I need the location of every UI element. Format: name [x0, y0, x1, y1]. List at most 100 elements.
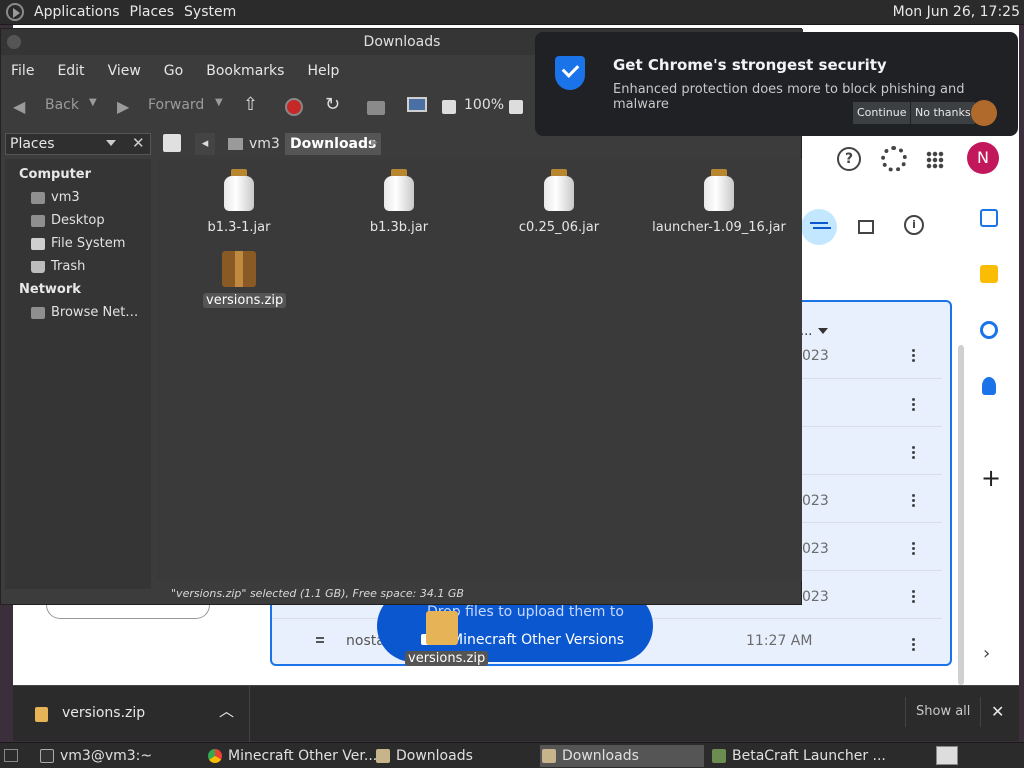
continue-button[interactable]: Continue: [853, 102, 911, 124]
up-icon[interactable]: ⇧: [243, 94, 258, 115]
betacraft-icon: [712, 749, 726, 763]
chrome-icon: [208, 749, 222, 763]
chrome-security-notification: Get Chrome's strongest security Enhanced…: [535, 32, 1018, 136]
forward-arrow-icon[interactable]: ▶: [117, 97, 129, 116]
chevron-right-icon[interactable]: ›: [983, 643, 990, 664]
drag-handle-icon: [316, 637, 324, 639]
more-options-icon[interactable]: [912, 446, 916, 460]
apps-grid-icon[interactable]: [926, 151, 944, 169]
download-item[interactable]: versions.zip: [62, 705, 145, 721]
zoom-out-icon[interactable]: [442, 100, 456, 114]
home-folder-icon: [228, 138, 243, 150]
tasks-icon[interactable]: [980, 321, 998, 339]
no-thanks-button[interactable]: No thanks: [911, 102, 975, 124]
sidebar-heading-computer: Computer: [19, 167, 92, 182]
task-betacraft[interactable]: BetaCraft Launcher ...: [710, 745, 886, 767]
dragged-archive-icon: [426, 611, 458, 645]
show-all-button[interactable]: Show all: [905, 697, 982, 727]
icon-view: b1.3-1.jar b1.3b.jar c0.25_06.jar launch…: [157, 159, 802, 581]
info-icon[interactable]: i: [904, 215, 924, 235]
folder-icon: [542, 749, 556, 763]
file-item-versions-zip[interactable]: versions.zip: [169, 249, 309, 329]
add-icon[interactable]: +: [981, 464, 1001, 492]
forward-button[interactable]: Forward: [148, 97, 204, 113]
back-history-icon[interactable]: ▼: [89, 97, 97, 108]
grid-view-icon[interactable]: [858, 220, 874, 234]
menu-go[interactable]: Go: [164, 63, 183, 79]
more-options-icon[interactable]: [912, 638, 916, 652]
more-options-icon[interactable]: [912, 349, 916, 363]
window-menu-icon[interactable]: [7, 35, 21, 49]
avatar[interactable]: [971, 100, 997, 126]
menu-system[interactable]: System: [184, 4, 236, 20]
filter-button[interactable]: [801, 209, 837, 245]
divider: [249, 686, 250, 742]
menu-file[interactable]: File: [11, 63, 34, 79]
dropdown-arrow-icon[interactable]: [106, 140, 116, 146]
jar-file-icon: [702, 169, 736, 211]
sidebar-item-trash[interactable]: Trash: [51, 259, 85, 274]
zoom-in-icon[interactable]: [509, 100, 523, 114]
menu-places[interactable]: Places: [130, 4, 175, 20]
sidebar-item-vm3[interactable]: vm3: [51, 190, 80, 205]
drag-label: versions.zip: [405, 651, 489, 666]
reload-icon[interactable]: ↻: [325, 94, 340, 115]
places-selector[interactable]: Places ✕: [5, 133, 151, 155]
close-icon[interactable]: ✕: [991, 702, 1004, 721]
menu-view[interactable]: View: [108, 63, 141, 79]
file-item-b1-3-1-jar[interactable]: b1.3-1.jar: [169, 169, 309, 239]
contacts-icon[interactable]: [982, 377, 996, 395]
help-icon[interactable]: ?: [837, 147, 861, 171]
close-sidebar-icon[interactable]: ✕: [132, 134, 145, 152]
task-chrome[interactable]: Minecraft Other Ver...: [206, 745, 377, 767]
jar-file-icon: [382, 169, 416, 211]
folder-icon: [376, 749, 390, 763]
menu-applications[interactable]: Applications: [34, 4, 120, 20]
keep-icon[interactable]: [980, 265, 998, 283]
folder-name: Minecraft Other Versions: [451, 632, 625, 648]
chevron-up-icon[interactable]: ︿: [219, 700, 234, 721]
terminal-icon: [40, 749, 54, 763]
back-arrow-icon[interactable]: ◀: [13, 97, 25, 116]
task-downloads-1[interactable]: Downloads: [374, 745, 473, 767]
drive-icon: [31, 238, 45, 250]
stop-icon[interactable]: [285, 98, 303, 116]
places-sidebar: Computer vm3 Desktop File System Trash N…: [5, 159, 151, 589]
menu-bookmarks[interactable]: Bookmarks: [206, 63, 284, 79]
settings-gear-icon[interactable]: [881, 146, 907, 172]
path-left-icon[interactable]: ◂: [195, 133, 215, 155]
home-icon: [31, 192, 45, 204]
more-options-icon[interactable]: [912, 494, 916, 508]
calendar-icon[interactable]: [980, 209, 998, 227]
home-icon[interactable]: [367, 101, 385, 115]
task-terminal[interactable]: vm3@vm3:~: [38, 745, 152, 767]
sidebar-item-file-system[interactable]: File System: [51, 236, 125, 251]
notification-title: Get Chrome's strongest security: [613, 56, 887, 74]
file-item-b1-3b-jar[interactable]: b1.3b.jar: [329, 169, 469, 239]
path-right-icon[interactable]: ▸: [371, 135, 378, 150]
computer-icon[interactable]: [407, 97, 427, 112]
workspace-switcher[interactable]: [936, 746, 958, 765]
menu-help[interactable]: Help: [307, 63, 339, 79]
scrollbar[interactable]: [958, 345, 964, 685]
edit-location-icon[interactable]: [163, 134, 181, 152]
status-bar: "versions.zip" selected (1.1 GB), Free s…: [171, 587, 464, 600]
forward-history-icon[interactable]: ▼: [215, 97, 223, 108]
file-item-c0-25-06-jar[interactable]: c0.25_06.jar: [489, 169, 629, 239]
file-item-launcher-jar[interactable]: launcher-1.09_16.jar: [649, 169, 789, 239]
more-options-icon[interactable]: [912, 590, 916, 604]
path-downloads[interactable]: Downloads: [285, 133, 382, 155]
download-bar: versions.zip ︿ Show all ✕: [13, 685, 1019, 742]
clock[interactable]: Mon Jun 26, 17:25: [893, 4, 1020, 20]
show-desktop-icon[interactable]: [4, 749, 18, 762]
sidebar-item-desktop[interactable]: Desktop: [51, 213, 105, 228]
sidebar-item-browse-network[interactable]: Browse Net…: [51, 305, 138, 320]
profile-avatar[interactable]: N: [967, 142, 999, 174]
more-options-icon[interactable]: [912, 542, 916, 556]
gnome-logo-icon[interactable]: [6, 3, 24, 21]
taskbar: vm3@vm3:~ Minecraft Other Ver... Downloa…: [0, 742, 1024, 768]
task-downloads-2[interactable]: Downloads: [540, 745, 704, 767]
menu-edit[interactable]: Edit: [57, 63, 84, 79]
back-button[interactable]: Back: [45, 97, 79, 113]
more-options-icon[interactable]: [912, 398, 916, 412]
